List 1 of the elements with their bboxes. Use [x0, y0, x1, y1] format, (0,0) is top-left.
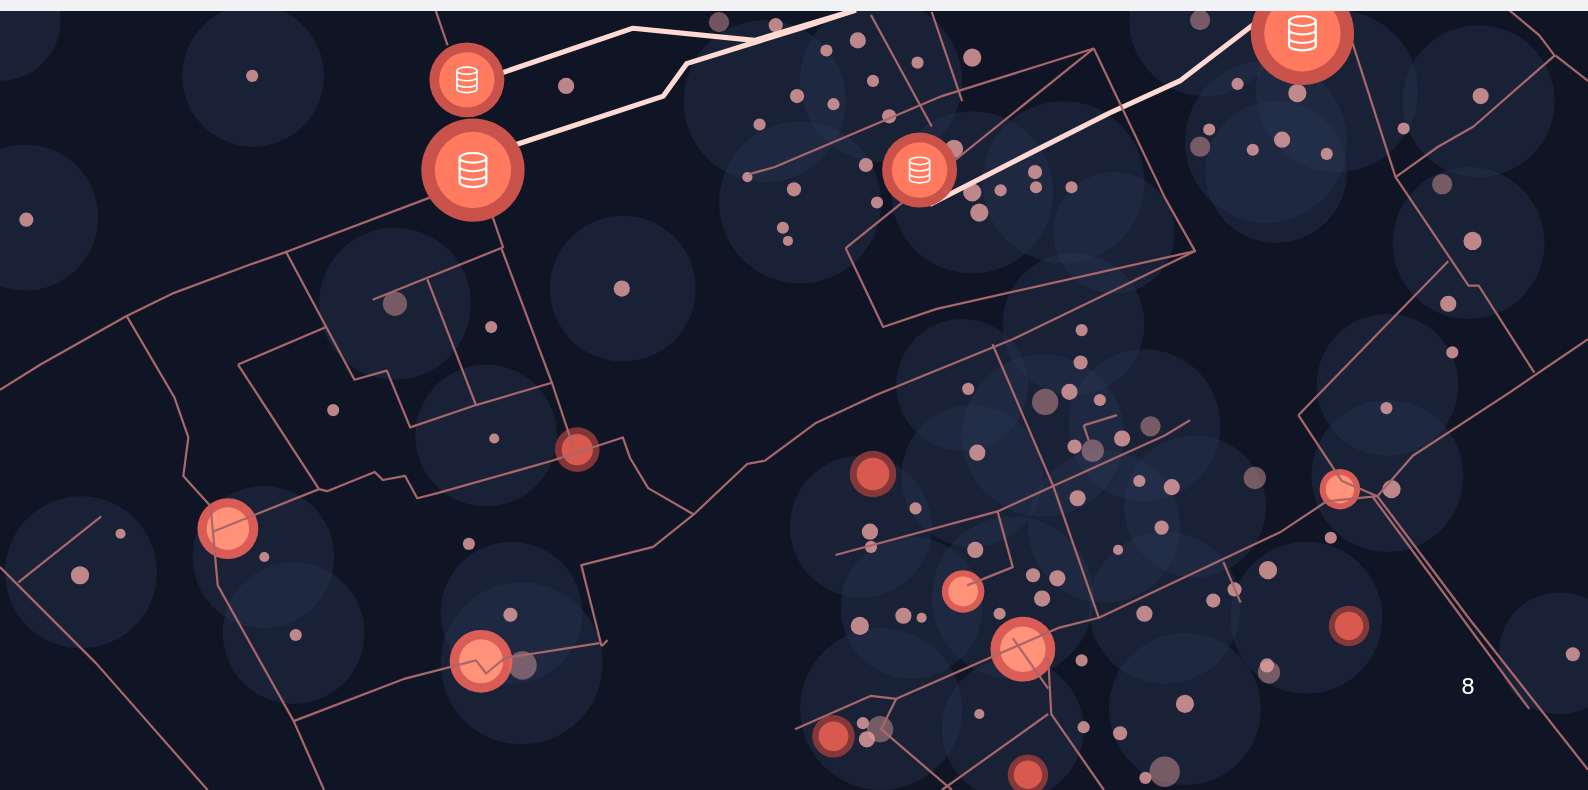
cluster-count: 8 [1461, 674, 1475, 700]
